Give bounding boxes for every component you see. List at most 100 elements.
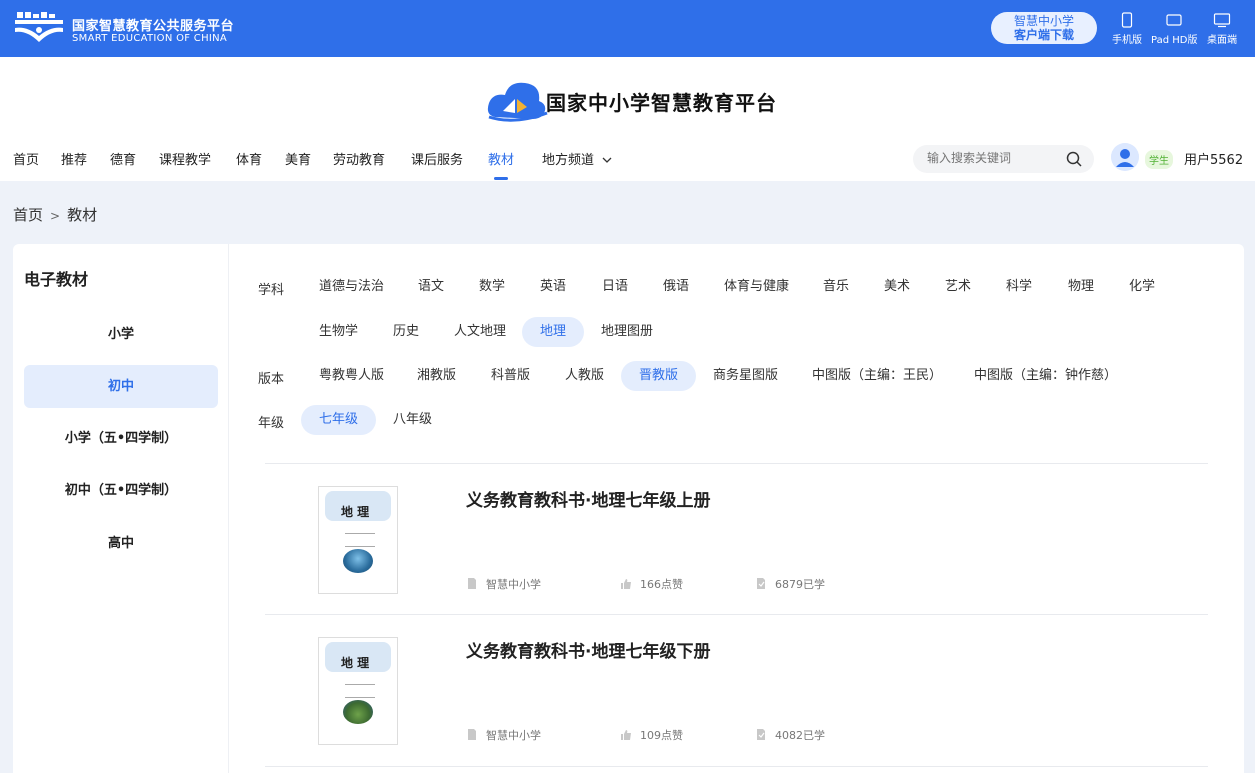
subject-chip[interactable]: 体育与健康 [724,272,789,302]
grade-label: 年级 [258,416,285,431]
download-line1: 智慧中小学 [1013,14,1074,28]
learners-text: 4082已学 [775,729,825,742]
subject-chip[interactable]: 人文地理 [454,317,506,347]
avatar[interactable] [1111,143,1139,171]
book-source: 智慧中小学 [466,727,541,743]
nav-item-home[interactable]: 首页 [13,149,39,168]
subject-chip-active[interactable]: 地理 [522,317,585,347]
device-desktop-link[interactable]: 桌面端 [1207,12,1237,46]
book-likes: 109点赞 [620,727,683,743]
document-icon [468,578,476,589]
edition-chip[interactable]: 人教版 [565,361,604,391]
subject-chip[interactable]: 语文 [418,272,444,302]
search-icon[interactable] [1066,151,1082,167]
device-label: Pad HD版 [1151,35,1198,46]
client-download-button[interactable]: 智慧中小学 客户端下载 [991,12,1097,44]
sidebar-title: 电子教材 [24,270,89,289]
cover-title: 地 理 [341,505,370,519]
edition-chip[interactable]: 科普版 [491,361,530,391]
site-header: 国家中小学智慧教育平台 首页 推荐 德育 课程教学 体育 美育 劳动教育 课后服… [0,57,1255,181]
nav-item-moral[interactable]: 德育 [110,149,136,168]
device-label: 手机版 [1112,35,1142,46]
subject-label: 学科 [258,283,285,298]
likes-text: 166点赞 [640,578,683,591]
source-text: 智慧中小学 [486,729,541,742]
subject-chip[interactable]: 音乐 [823,272,849,302]
nav-item-labor[interactable]: 劳动教育 [333,149,385,168]
nav-item-afterschool[interactable]: 课后服务 [411,149,463,168]
sidebar: 电子教材 小学 初中 小学（五•四学制） 初中（五•四学制） 高中 [13,244,229,773]
top-banner: 国家智慧教育公共服务平台 SMART EDUCATION OF CHINA 智慧… [0,0,1255,57]
grade-chip[interactable]: 八年级 [393,405,432,435]
edition-chip[interactable]: 中图版（主编：钟作慈） [974,361,1117,391]
nav-item-local-label: 地方频道 [542,153,595,168]
list-divider [265,766,1208,767]
sidebar-item-junior[interactable]: 初中 [24,365,218,408]
subject-chip[interactable]: 地理图册 [601,317,653,347]
edition-chip[interactable]: 中图版（主编：王民） [812,361,942,391]
book-learners: 4082已学 [755,727,825,743]
book-title[interactable]: 义务教育教科书·地理七年级上册 [466,486,710,511]
breadcrumb-separator: > [50,209,61,223]
device-pad-link[interactable]: Pad HD版 [1151,12,1197,46]
thumbs-up-icon [621,579,631,589]
edition-chip[interactable]: 商务星图版 [713,361,778,391]
subject-chip[interactable]: 数学 [479,272,505,302]
subject-chip[interactable]: 艺术 [945,272,971,302]
cloud-book-logo-icon[interactable] [485,77,549,123]
brand-name-en: SMART EDUCATION OF CHINA [72,33,228,44]
breadcrumb-current: 教材 [67,206,98,224]
subject-chip[interactable]: 美术 [884,272,910,302]
edition-chip-active[interactable]: 晋教版 [621,361,697,391]
sidebar-item-junior-54[interactable]: 初中（五•四学制） [24,469,218,512]
device-label: 桌面端 [1207,35,1237,46]
subject-chip[interactable]: 日语 [602,272,628,302]
download-line2: 客户端下载 [1013,28,1074,42]
thumbs-up-icon [621,730,631,740]
subject-chip[interactable]: 道德与法治 [319,272,384,302]
brand-name-cn: 国家智慧教育公共服务平台 [72,19,235,34]
subject-chip[interactable]: 历史 [393,317,419,347]
nav-item-recommend[interactable]: 推荐 [61,149,87,168]
sidebar-item-senior[interactable]: 高中 [24,522,218,565]
list-item[interactable]: 地 理 义务教育教科书·地理七年级上册 智慧中小学 166点赞 6879已学 [265,464,1208,614]
subject-chip[interactable]: 物理 [1068,272,1094,302]
cover-lines [345,533,375,547]
nav-item-sports[interactable]: 体育 [236,149,262,168]
book-title[interactable]: 义务教育教科书·地理七年级下册 [466,637,710,662]
subject-chip[interactable]: 英语 [540,272,566,302]
list-item[interactable]: 地 理 义务教育教科书·地理七年级下册 智慧中小学 109点赞 4082已学 [265,615,1208,765]
book-cover[interactable]: 地 理 [318,637,398,745]
grade-chip-active[interactable]: 七年级 [301,405,377,435]
subject-chip[interactable]: 化学 [1129,272,1155,302]
study-record-icon [757,729,765,740]
breadcrumb-home[interactable]: 首页 [13,206,43,224]
site-title: 国家中小学智慧教育平台 [546,91,777,115]
edition-chip[interactable]: 湘教版 [417,361,456,391]
smart-education-logo-icon[interactable] [13,10,65,46]
document-icon [468,729,476,740]
search-input[interactable] [927,151,1057,165]
subject-chip[interactable]: 俄语 [663,272,689,302]
cover-photo [343,549,373,573]
book-source: 智慧中小学 [466,576,541,592]
username[interactable]: 用户5562 [1184,149,1243,168]
source-text: 智慧中小学 [486,578,541,591]
role-badge: 学生 [1145,150,1173,169]
tablet-icon [1166,14,1182,26]
subject-chip[interactable]: 科学 [1006,272,1032,302]
chevron-down-icon [602,157,612,163]
subject-chip[interactable]: 生物学 [319,317,358,347]
nav-item-courses[interactable]: 课程教学 [159,149,211,168]
sidebar-item-primary[interactable]: 小学 [24,313,218,356]
edition-chip[interactable]: 粤教粤人版 [319,361,384,391]
book-cover[interactable]: 地 理 [318,486,398,594]
nav-item-arts[interactable]: 美育 [285,149,311,168]
nav-item-local[interactable]: 地方频道 [542,149,612,168]
phone-icon [1121,12,1133,28]
nav-item-textbooks[interactable]: 教材 [488,149,514,180]
edition-label: 版本 [258,372,285,387]
likes-text: 109点赞 [640,729,683,742]
sidebar-item-primary-54[interactable]: 小学（五•四学制） [24,417,218,460]
device-phone-link[interactable]: 手机版 [1112,12,1142,46]
